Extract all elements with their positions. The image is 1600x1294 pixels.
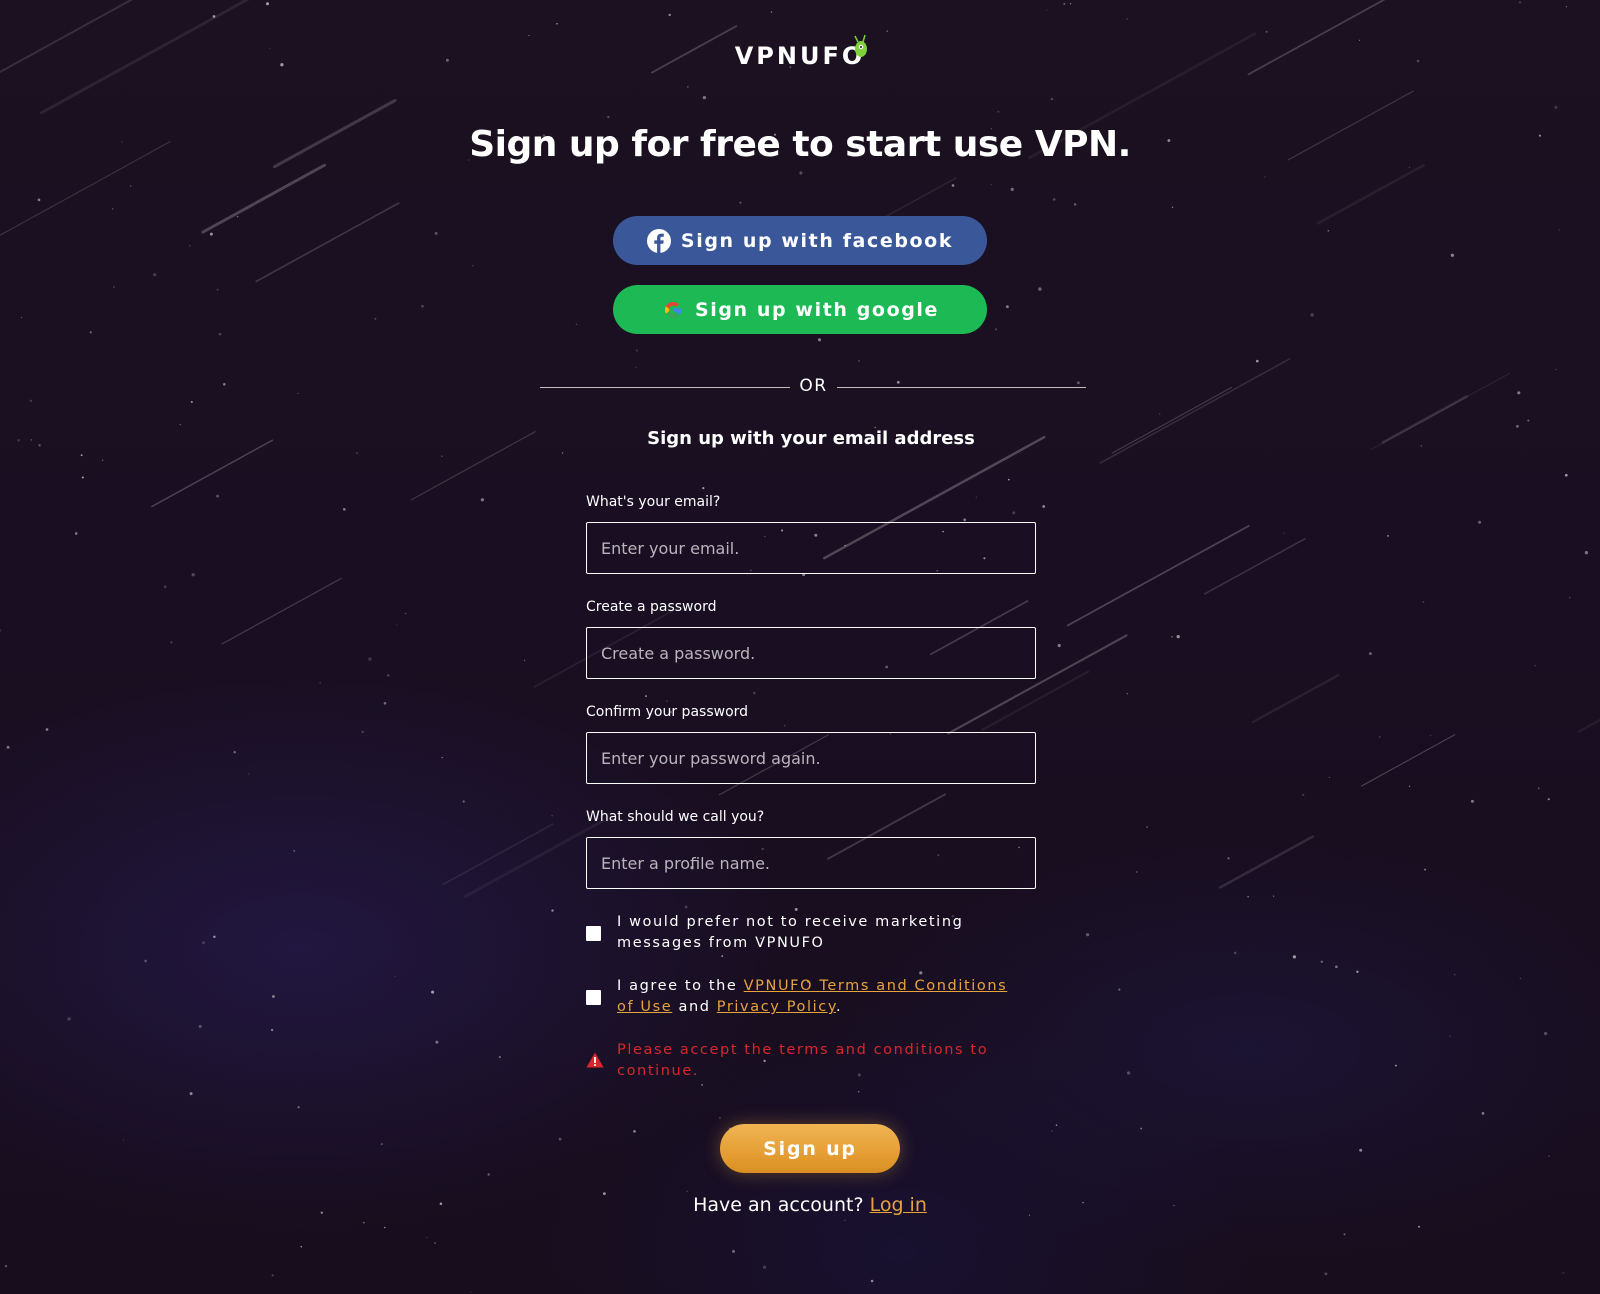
terms-label: I agree to the VPNUFO Terms and Conditio…: [617, 976, 1017, 1018]
logo: VPNUFO: [700, 42, 900, 70]
marketing-optout-checkbox[interactable]: [586, 926, 601, 941]
privacy-policy-link[interactable]: Privacy Policy: [717, 999, 836, 1015]
facebook-signup-button[interactable]: Sign up with facebook: [613, 216, 987, 265]
confirm-password-field[interactable]: [586, 732, 1036, 784]
warning-icon: [586, 1052, 604, 1068]
password-label: Create a password: [586, 599, 717, 615]
facebook-icon: [646, 228, 671, 253]
sign-up-button[interactable]: Sign up: [720, 1124, 900, 1173]
divider-line-right: [837, 387, 1086, 388]
terms-suffix: .: [835, 999, 843, 1015]
google-icon: [664, 301, 682, 318]
login-prompt: Have an account? Log in: [600, 1194, 1020, 1216]
signup-page: VPNUFO Sign up for free to start use VPN…: [0, 0, 1600, 1294]
email-label: What's your email?: [586, 494, 721, 510]
email-field[interactable]: [586, 522, 1036, 574]
email-signup-heading: Sign up with your email address: [647, 428, 975, 449]
or-divider: OR: [540, 376, 1086, 400]
terms-checkbox[interactable]: [586, 990, 601, 1005]
divider-line-left: [540, 387, 790, 388]
log-in-link[interactable]: Log in: [870, 1194, 927, 1216]
logo-text: VPNUFO: [734, 42, 866, 70]
login-prompt-text: Have an account?: [693, 1194, 870, 1216]
profile-name-label: What should we call you?: [586, 809, 765, 825]
error-message: Please accept the terms and conditions t…: [617, 1042, 989, 1079]
page-title: Sign up for free to start use VPN.: [469, 124, 1131, 165]
alien-logo-icon: [854, 34, 867, 57]
facebook-signup-label: Sign up with facebook: [680, 229, 954, 252]
password-field[interactable]: [586, 627, 1036, 679]
google-signup-label: Sign up with google: [694, 298, 940, 321]
or-label: OR: [799, 376, 828, 396]
marketing-optout-label: I would prefer not to receive marketing …: [617, 914, 964, 951]
terms-middle: and: [672, 999, 717, 1015]
confirm-password-label: Confirm your password: [586, 704, 749, 720]
profile-name-field[interactable]: [586, 837, 1036, 889]
terms-prefix: I agree to the: [617, 978, 744, 994]
google-signup-button[interactable]: Sign up with google: [613, 285, 987, 334]
